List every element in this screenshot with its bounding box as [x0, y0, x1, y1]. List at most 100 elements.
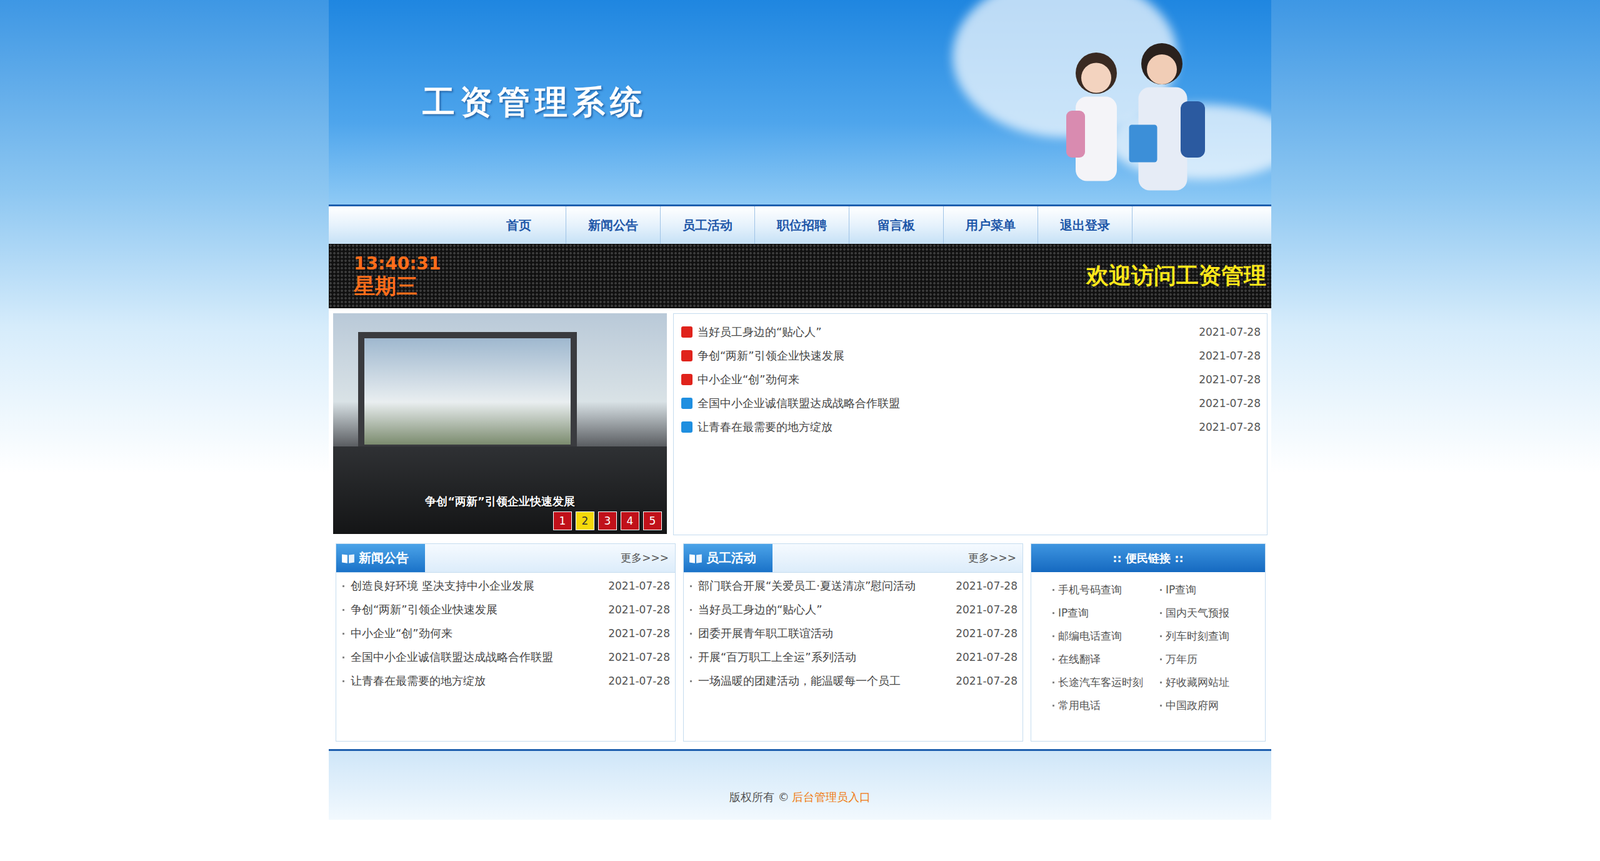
top-news-item[interactable]: 全国中小企业诚信联盟达成战略合作联盟 2021-07-28 — [681, 391, 1261, 415]
link-item[interactable]: 长途汽车客运时刻 — [1052, 670, 1160, 694]
link-item[interactable]: 邮编电话查询 — [1052, 624, 1160, 648]
news-panel: 新闻公告 更多>>> 创造良好环境 坚决支持中小企业发展 2021-07-28 … — [335, 543, 676, 742]
item-date: 2021-07-28 — [955, 674, 1018, 687]
top-news-item[interactable]: 让青春在最需要的地方绽放 2021-07-28 — [681, 415, 1261, 439]
bullet-icon — [690, 585, 692, 587]
news-title: 争创“两新”引领企业快速发展 — [697, 348, 1194, 364]
slide-number[interactable]: 5 — [643, 511, 662, 530]
top-news-item[interactable]: 争创“两新”引领企业快速发展 2021-07-28 — [681, 343, 1261, 368]
slide-number[interactable]: 4 — [620, 511, 640, 530]
book-icon — [341, 552, 355, 564]
slide-caption: 争创“两新”引领企业快速发展 — [333, 493, 667, 509]
bullet-icon — [1052, 635, 1055, 637]
link-item[interactable]: 万年历 — [1160, 647, 1260, 671]
link-item[interactable]: 常用电话 — [1052, 693, 1160, 717]
item-date: 2021-07-28 — [608, 579, 670, 592]
panel-item[interactable]: 一场温暖的团建活动，能温暖每一个员工 2021-07-28 — [690, 668, 1018, 693]
top-news-item[interactable]: 当好员工身边的“贴心人” 2021-07-28 — [681, 320, 1261, 344]
panel-item[interactable]: 让青春在最需要的地方绽放 2021-07-28 — [342, 668, 670, 693]
students-icon — [1033, 35, 1234, 205]
news-date: 2021-07-28 — [1198, 325, 1261, 339]
panel-header: 新闻公告 更多>>> — [336, 543, 675, 573]
news-date: 2021-07-28 — [1198, 420, 1261, 434]
slide-number[interactable]: 2 — [575, 511, 595, 530]
panel-list: 部门联合开展“关爱员工·夏送清凉”慰问活动 2021-07-28 当好员工身边的… — [683, 572, 1023, 693]
link-item[interactable]: 中国政府网 — [1160, 693, 1260, 717]
panel-item[interactable]: 全国中小企业诚信联盟达成战略合作联盟 2021-07-28 — [342, 645, 670, 669]
page: 工资管理系统 首页新闻公告员工活动职位招聘留言板用户菜单退出登录 13:40:3… — [0, 0, 1600, 861]
news-icon — [681, 373, 693, 385]
item-title: 开展“百万职工上全运”系列活动 — [698, 649, 950, 665]
item-title: 中小企业“创”劲何来 — [350, 625, 602, 641]
link-item[interactable]: 国内天气预报 — [1160, 601, 1260, 625]
link-item[interactable]: 好收藏网站址 — [1160, 670, 1260, 694]
nav-item[interactable]: 新闻公告 — [566, 206, 661, 244]
nav-item[interactable]: 退出登录 — [1038, 206, 1133, 244]
admin-link[interactable]: 后台管理员入口 — [791, 789, 871, 805]
bullet-icon — [342, 585, 345, 587]
slide-number[interactable]: 1 — [553, 511, 572, 530]
top-news-list: 当好员工身边的“贴心人” 2021-07-28 争创“两新”引领企业快速发展 2… — [673, 313, 1268, 535]
nav-item[interactable]: 员工活动 — [660, 206, 755, 244]
panel-item[interactable]: 创造良好环境 坚决支持中小企业发展 2021-07-28 — [342, 573, 670, 598]
bullet-icon — [1052, 681, 1055, 684]
clock-time: 13:40:31 — [353, 253, 441, 274]
news-icon — [681, 397, 693, 409]
item-title: 争创“两新”引领企业快速发展 — [350, 601, 602, 617]
item-title: 部门联合开展“关爱员工·夏送清凉”慰问活动 — [698, 578, 950, 594]
bullet-icon — [1052, 658, 1055, 660]
nav-item[interactable]: 职位招聘 — [755, 206, 850, 244]
bullet-icon — [690, 680, 692, 682]
clock: 13:40:31 星期三 — [353, 253, 441, 299]
news-title: 让青春在最需要的地方绽放 — [697, 419, 1194, 435]
link-item[interactable]: 列车时刻查询 — [1160, 624, 1260, 648]
link-item[interactable]: 在线翻译 — [1052, 647, 1160, 671]
nav-item[interactable]: 首页 — [471, 206, 567, 244]
panel-tab: 员工活动 — [683, 543, 773, 572]
slide-pager: 12345 — [553, 511, 662, 530]
featured-row: 争创“两新”引领企业快速发展 12345 当好员工身边的“贴心人” 2021-0… — [328, 308, 1272, 535]
panel-item[interactable]: 中小企业“创”劲何来 2021-07-28 — [342, 621, 670, 645]
bullet-icon — [1160, 635, 1162, 637]
bullet-icon — [1160, 704, 1162, 707]
links-header: :: 便民链接 :: — [1031, 543, 1265, 572]
panel-item[interactable]: 团委开展青年职工联谊活动 2021-07-28 — [690, 621, 1018, 645]
copyright-text: 版权所有 © — [729, 789, 790, 805]
bullet-icon — [690, 632, 692, 635]
news-date: 2021-07-28 — [1198, 396, 1261, 410]
item-date: 2021-07-28 — [608, 603, 670, 616]
bullet-icon — [690, 608, 692, 611]
more-link[interactable]: 更多>>> — [968, 550, 1017, 565]
bullet-icon — [342, 680, 345, 682]
panel-item[interactable]: 部门联合开展“关爱员工·夏送清凉”慰问活动 2021-07-28 — [690, 573, 1018, 598]
link-item[interactable]: 手机号码查询 — [1052, 578, 1160, 602]
panel-header: 员工活动 更多>>> — [683, 543, 1023, 573]
bullet-icon — [1160, 588, 1162, 591]
item-title: 当好员工身边的“贴心人” — [698, 601, 950, 617]
bullet-icon — [342, 656, 345, 659]
links-panel: :: 便民链接 :: 手机号码查询IP查询IP查询国内天气预报邮编电话查询列车时… — [1030, 543, 1266, 742]
panel-item[interactable]: 争创“两新”引领企业快速发展 2021-07-28 — [342, 597, 670, 622]
link-item[interactable]: IP查询 — [1052, 601, 1160, 625]
news-icon — [681, 350, 693, 362]
panels-row: 新闻公告 更多>>> 创造良好环境 坚决支持中小企业发展 2021-07-28 … — [328, 535, 1272, 749]
top-news-item[interactable]: 中小企业“创”劲何来 2021-07-28 — [681, 367, 1261, 392]
panel-item[interactable]: 开展“百万职工上全运”系列活动 2021-07-28 — [690, 645, 1018, 669]
footer: 版权所有 © 后台管理员入口 — [328, 748, 1272, 820]
main-nav: 首页新闻公告员工活动职位招聘留言板用户菜单退出登录 — [328, 204, 1272, 244]
nav-item[interactable]: 用户菜单 — [943, 206, 1039, 244]
links-list: 手机号码查询IP查询IP查询国内天气预报邮编电话查询列车时刻查询在线翻译万年历长… — [1031, 571, 1265, 717]
bullet-icon — [342, 608, 345, 611]
item-date: 2021-07-28 — [608, 674, 670, 687]
panel-item[interactable]: 当好员工身边的“贴心人” 2021-07-28 — [690, 597, 1018, 622]
news-title: 中小企业“创”劲何来 — [697, 371, 1194, 387]
slideshow[interactable]: 争创“两新”引领企业快速发展 12345 — [333, 313, 667, 534]
slide-number[interactable]: 3 — [598, 511, 617, 530]
nav-item[interactable]: 留言板 — [849, 206, 944, 244]
item-date: 2021-07-28 — [955, 603, 1018, 616]
panel-title: 新闻公告 — [358, 549, 409, 567]
link-item[interactable]: IP查询 — [1160, 578, 1260, 602]
panel-list: 创造良好环境 坚决支持中小企业发展 2021-07-28 争创“两新”引领企业快… — [336, 572, 675, 693]
more-link[interactable]: 更多>>> — [620, 550, 669, 565]
news-title: 全国中小企业诚信联盟达成战略合作联盟 — [697, 395, 1194, 411]
